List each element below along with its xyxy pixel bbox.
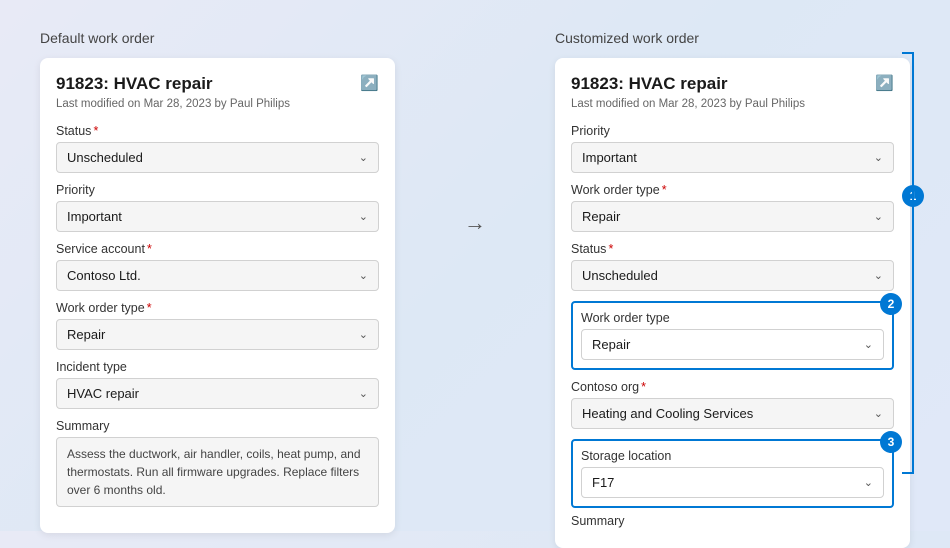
right-priority-label: Priority — [571, 124, 894, 138]
right-card-meta: Last modified on Mar 28, 2023 by Paul Ph… — [571, 98, 894, 110]
left-status-field: Status * Unscheduled ⌄ — [56, 124, 379, 173]
left-work-order-type-select[interactable]: Repair ⌄ — [56, 319, 379, 350]
left-status-label: Status * — [56, 124, 379, 138]
right-work-order-highlighted-select[interactable]: Repair ⌄ — [581, 329, 884, 360]
left-incident-type-chevron: ⌄ — [359, 387, 368, 400]
right-priority-field: Priority Important ⌄ — [571, 124, 894, 173]
right-work-order-type-normal-label: Work order type * — [571, 183, 894, 197]
right-storage-highlighted-select[interactable]: F17 ⌄ — [581, 467, 884, 498]
right-priority-chevron: ⌄ — [874, 151, 883, 164]
right-work-order-highlighted-label: Work order type — [581, 311, 884, 325]
badge-3: 3 — [880, 431, 902, 453]
right-card: 91823: HVAC repair ↗️ Last modified on M… — [555, 58, 910, 548]
left-priority-select[interactable]: Important ⌄ — [56, 201, 379, 232]
left-card-meta: Last modified on Mar 28, 2023 by Paul Ph… — [56, 98, 379, 110]
arrow-icon: → — [464, 210, 486, 236]
right-priority-select[interactable]: Important ⌄ — [571, 142, 894, 173]
badge-2: 2 — [880, 293, 902, 315]
right-contoso-chevron: ⌄ — [874, 407, 883, 420]
right-storage-highlighted: Storage location F17 ⌄ 3 — [571, 439, 894, 508]
left-summary-text: Assess the ductwork, air handler, coils,… — [56, 437, 379, 507]
right-section-title: Customized work order — [555, 30, 910, 46]
right-status-required: * — [608, 242, 613, 256]
left-section-title: Default work order — [40, 30, 395, 46]
left-column: Default work order 91823: HVAC repair ↗️… — [40, 30, 395, 533]
bracket-top-tick — [902, 52, 914, 54]
left-external-link-icon[interactable]: ↗️ — [360, 74, 379, 92]
left-service-account-label: Service account * — [56, 242, 379, 256]
right-status-select[interactable]: Unscheduled ⌄ — [571, 260, 894, 291]
bracket-line — [912, 52, 914, 472]
left-card: 91823: HVAC repair ↗️ Last modified on M… — [40, 58, 395, 533]
left-priority-chevron: ⌄ — [359, 210, 368, 223]
left-summary-label: Summary — [56, 419, 379, 433]
left-incident-type-label: Incident type — [56, 360, 379, 374]
left-status-chevron: ⌄ — [359, 151, 368, 164]
left-incident-type-field: Incident type HVAC repair ⌄ — [56, 360, 379, 409]
right-contoso-label: Contoso org * — [571, 380, 894, 394]
right-work-order-type-normal-required: * — [662, 183, 667, 197]
left-priority-field: Priority Important ⌄ — [56, 183, 379, 232]
left-work-order-type-chevron: ⌄ — [359, 328, 368, 341]
left-work-order-type-field: Work order type * Repair ⌄ — [56, 301, 379, 350]
right-contoso-field: Contoso org * Heating and Cooling Servic… — [571, 380, 894, 429]
left-service-account-chevron: ⌄ — [359, 269, 368, 282]
right-work-order-type-normal-chevron: ⌄ — [874, 210, 883, 223]
right-contoso-select[interactable]: Heating and Cooling Services ⌄ — [571, 398, 894, 429]
left-card-title: 91823: HVAC repair — [56, 74, 213, 94]
right-storage-highlighted-chevron: ⌄ — [864, 476, 873, 489]
right-summary-label: Summary — [571, 514, 894, 528]
right-external-link-icon[interactable]: ↗️ — [875, 74, 894, 92]
main-container: Default work order 91823: HVAC repair ↗️… — [40, 30, 910, 548]
arrow-container: → — [455, 30, 495, 236]
right-status-label: Status * — [571, 242, 894, 256]
right-work-order-type-normal-field: Work order type * Repair ⌄ — [571, 183, 894, 232]
left-incident-type-select[interactable]: HVAC repair ⌄ — [56, 378, 379, 409]
left-status-required: * — [93, 124, 98, 138]
left-card-header: 91823: HVAC repair ↗️ — [56, 74, 379, 94]
right-work-order-type-normal-select[interactable]: Repair ⌄ — [571, 201, 894, 232]
right-status-chevron: ⌄ — [874, 269, 883, 282]
right-card-header: 91823: HVAC repair ↗️ — [571, 74, 894, 94]
left-status-select[interactable]: Unscheduled ⌄ — [56, 142, 379, 173]
left-work-order-type-required: * — [147, 301, 152, 315]
left-service-account-required: * — [147, 242, 152, 256]
right-contoso-required: * — [641, 380, 646, 394]
right-status-field: Status * Unscheduled ⌄ — [571, 242, 894, 291]
right-card-title: 91823: HVAC repair — [571, 74, 728, 94]
right-storage-highlighted-label: Storage location — [581, 449, 884, 463]
right-work-order-highlighted-chevron: ⌄ — [864, 338, 873, 351]
left-summary-field: Summary Assess the ductwork, air handler… — [56, 419, 379, 507]
bracket-bottom-tick — [902, 472, 914, 474]
left-service-account-select[interactable]: Contoso Ltd. ⌄ — [56, 260, 379, 291]
right-work-order-highlighted: Work order type Repair ⌄ 2 — [571, 301, 894, 370]
left-priority-label: Priority — [56, 183, 379, 197]
left-service-account-field: Service account * Contoso Ltd. ⌄ — [56, 242, 379, 291]
left-work-order-type-label: Work order type * — [56, 301, 379, 315]
right-column-wrapper: Customized work order 91823: HVAC repair… — [555, 30, 910, 548]
